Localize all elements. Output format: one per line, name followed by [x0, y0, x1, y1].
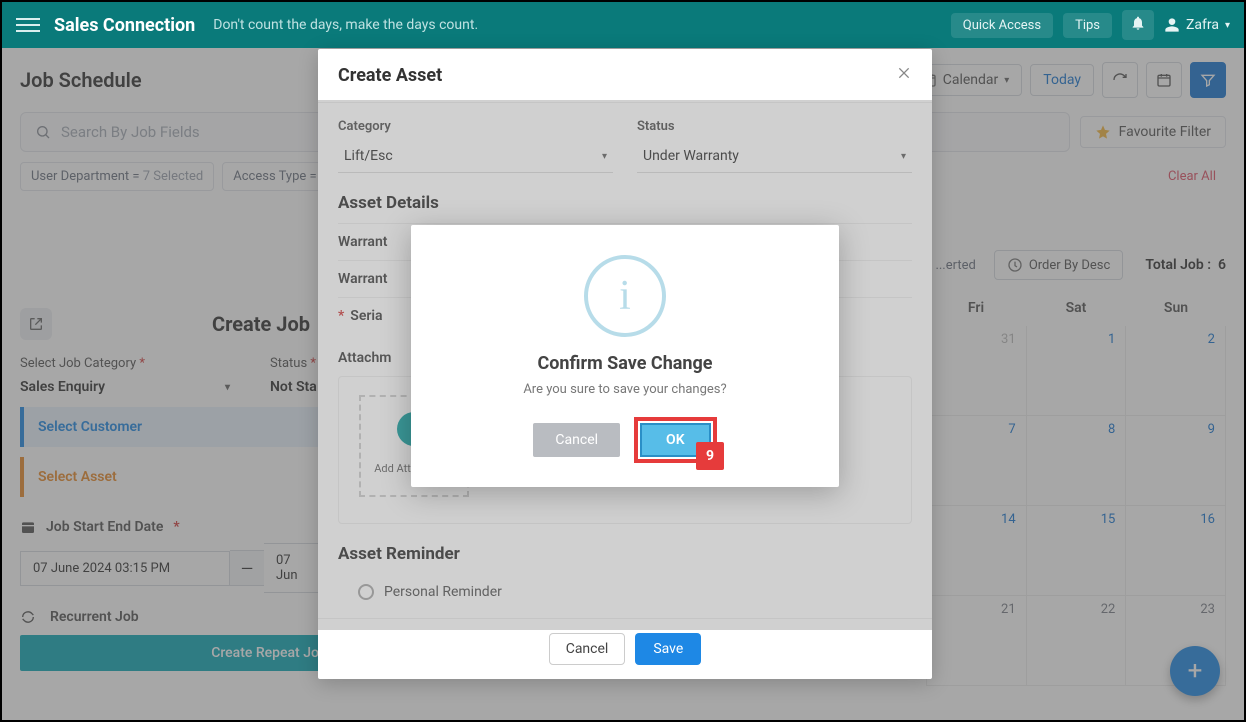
status-select[interactable]: Under Warranty▾ [637, 140, 912, 173]
confirm-save-dialog: i Confirm Save Change Are you sure to sa… [411, 225, 839, 487]
user-name: Zafra [1186, 17, 1219, 33]
asset-reminder-heading: Asset Reminder [338, 534, 912, 574]
radio-icon [358, 584, 374, 600]
modal-cancel-button[interactable]: Cancel [549, 633, 626, 665]
topbar: Sales Connection Don't count the days, m… [2, 2, 1244, 48]
user-icon [1164, 17, 1180, 33]
chevron-down-icon: ▾ [602, 151, 607, 162]
category-label: Category [338, 119, 613, 134]
confirm-title: Confirm Save Change [431, 353, 819, 374]
modal-close-button[interactable] [896, 65, 912, 86]
tips-button[interactable]: Tips [1063, 13, 1112, 38]
confirm-cancel-button[interactable]: Cancel [533, 423, 620, 457]
hamburger-menu-icon[interactable] [16, 13, 40, 37]
step-number-badge: 9 [696, 442, 724, 470]
close-icon [896, 65, 912, 81]
chevron-down-icon: ▾ [1225, 20, 1230, 31]
user-menu[interactable]: Zafra ▾ [1164, 17, 1230, 33]
quick-access-button[interactable]: Quick Access [951, 13, 1053, 38]
category-select[interactable]: Lift/Esc▾ [338, 140, 613, 173]
status-label: Status [637, 119, 912, 134]
notifications-bell-icon[interactable] [1122, 10, 1154, 40]
modal-save-button[interactable]: Save [635, 633, 701, 665]
brand-title: Sales Connection [54, 15, 195, 36]
asset-details-heading: Asset Details [338, 183, 912, 223]
info-icon: i [584, 255, 666, 337]
confirm-message: Are you sure to save your changes? [431, 382, 819, 397]
chevron-down-icon: ▾ [901, 151, 906, 162]
personal-reminder-option[interactable]: Personal Reminder [338, 574, 912, 618]
motto-text: Don't count the days, make the days coun… [213, 17, 478, 33]
modal-title: Create Asset [338, 65, 442, 86]
